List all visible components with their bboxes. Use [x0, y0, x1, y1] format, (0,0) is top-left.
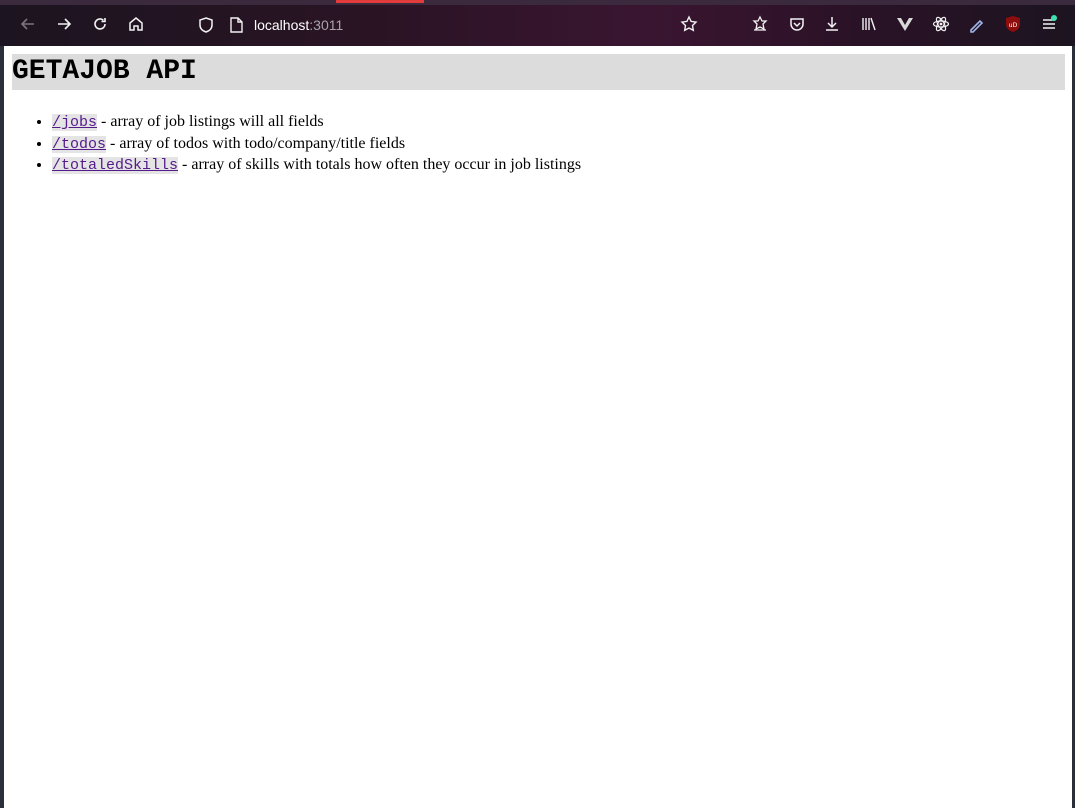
list-item: /jobs - array of job listings will all f… — [52, 112, 581, 134]
tracking-shield-icon[interactable] — [196, 15, 216, 35]
url-text[interactable]: localhost:3011 — [254, 17, 343, 33]
svg-text:uD: uD — [1009, 22, 1018, 29]
ublock-icon[interactable]: uD — [1003, 14, 1023, 34]
color-picker-icon[interactable] — [967, 14, 987, 34]
endpoint-link-jobs[interactable]: /jobs — [52, 114, 98, 131]
browser-window: localhost:3011 uD GETAJOB API /jobs - ar… — [0, 0, 1075, 808]
address-bar[interactable]: localhost:3011 — [196, 12, 343, 38]
page-icon[interactable] — [226, 15, 246, 35]
vue-devtools-icon[interactable] — [895, 14, 915, 34]
active-tab-indicator — [336, 0, 424, 3]
list-item: /totaledSkills - array of skills with to… — [52, 155, 581, 177]
library-icon[interactable] — [859, 14, 879, 34]
endpoint-link-totaled-skills[interactable]: /totaledSkills — [52, 157, 179, 174]
endpoint-description: - array of job listings will all fields — [97, 113, 324, 130]
url-host: localhost — [254, 17, 310, 33]
pocket-icon[interactable] — [787, 14, 807, 34]
page-content: GETAJOB API /jobs - array of job listing… — [4, 46, 1072, 808]
pocket-save-icon[interactable] — [750, 14, 770, 34]
bookmark-star-icon[interactable] — [679, 14, 699, 34]
url-port: :3011 — [309, 17, 344, 33]
update-badge — [1051, 15, 1057, 21]
tab-strip — [0, 0, 1075, 5]
home-icon[interactable] — [126, 14, 146, 34]
list-item: /todos - array of todos with todo/compan… — [52, 134, 581, 156]
download-icon[interactable] — [822, 14, 842, 34]
endpoint-list: /jobs - array of job listings will all f… — [12, 112, 581, 177]
endpoint-link-todos[interactable]: /todos — [52, 135, 107, 153]
endpoint-description: - array of skills with totals how often … — [178, 156, 582, 173]
page-title: GETAJOB API — [12, 54, 1065, 90]
endpoint-description: - array of todos with todo/company/title… — [106, 134, 406, 152]
back-arrow-icon[interactable] — [18, 14, 38, 34]
reload-icon[interactable] — [90, 14, 110, 34]
react-devtools-icon[interactable] — [931, 14, 951, 34]
forward-arrow-icon[interactable] — [54, 14, 74, 34]
